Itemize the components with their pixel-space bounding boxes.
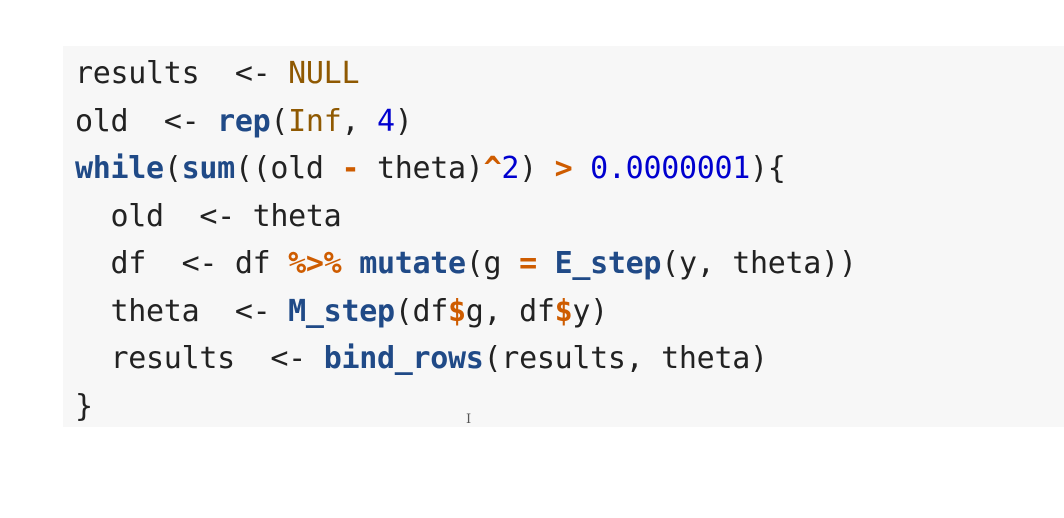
code-token-text: <- [234, 56, 271, 91]
code-token-fn: M_step [288, 293, 395, 329]
text-cursor-icon: I [466, 412, 472, 427]
code-token-fn: rep [217, 103, 271, 139]
code-token-op: = [519, 246, 537, 281]
code-token-const: NULL [288, 56, 360, 91]
code-token-num: 4 [377, 103, 395, 139]
code-line: df <- df %>% mutate(g = E_step(y, theta)… [75, 240, 1064, 288]
code-token-text: ){ [750, 151, 786, 186]
code-token-text: (df [394, 293, 449, 329]
code-token-text: } [75, 388, 93, 424]
code-token-text: results [75, 56, 235, 91]
code-token-op: $ [448, 293, 466, 329]
code-token-num: 0.0000001 [590, 151, 751, 186]
code-token-op: ^ [483, 151, 502, 186]
code-token-text: <- [163, 103, 200, 139]
code-token-text: ) [519, 151, 555, 186]
code-token-text: df [75, 246, 182, 281]
code-token-op: $ [554, 293, 573, 329]
code-line: results <- NULL [75, 50, 1064, 98]
code-token-num: 2 [501, 151, 520, 186]
code-token-text: <- [270, 341, 306, 376]
code-token-fn: sum [181, 151, 236, 186]
code-token-text: <- [234, 293, 271, 329]
code-token-text: old [75, 198, 200, 234]
code-token-const: Inf [288, 103, 342, 139]
code-line: old <- theta [75, 193, 1064, 241]
code-line: while(sum((old - theta)^2) > 0.0000001){ [75, 145, 1064, 193]
code-token-text: results [75, 341, 271, 376]
code-token-text: theta) [359, 151, 484, 186]
code-line: results <- bind_rows(results, theta) [75, 335, 1064, 383]
code-line: theta <- M_step(df$g, df$y) [75, 288, 1064, 336]
code-token-text: (y, theta)) [661, 246, 857, 281]
code-token-text: (g [465, 246, 520, 281]
code-token-text: old [75, 103, 164, 139]
code-token-text: , [341, 103, 377, 139]
code-token-fn: bind_rows [323, 341, 484, 376]
code-token-text: theta [234, 198, 342, 234]
code-token-text: <- [199, 198, 235, 234]
code-token-op: %>% [288, 246, 342, 281]
code-token-text: ((old [234, 151, 342, 186]
code-token-text: ( [270, 103, 289, 139]
code-token-text: g, df [465, 293, 555, 329]
code-token-kw: while [75, 151, 164, 186]
code-token-text: (results, theta) [483, 341, 768, 376]
code-token-text: ) [394, 103, 413, 139]
code-token-text: y) [572, 293, 608, 329]
code-line: } [75, 383, 1064, 431]
code-token-text: <- [181, 246, 218, 281]
code-token-fn: mutate [359, 246, 466, 281]
code-token-text: ( [163, 151, 182, 186]
code-token-fn: E_step [554, 246, 662, 281]
code-token-text: theta [75, 293, 235, 329]
code-token-op: - [341, 151, 360, 186]
code-token-text: df [217, 246, 289, 281]
code-token-op: > [554, 151, 573, 186]
code-block: results <- NULL old <- rep(Inf, 4) while(s… [63, 46, 1064, 427]
code-line: old <- rep(Inf, 4) [75, 98, 1064, 146]
